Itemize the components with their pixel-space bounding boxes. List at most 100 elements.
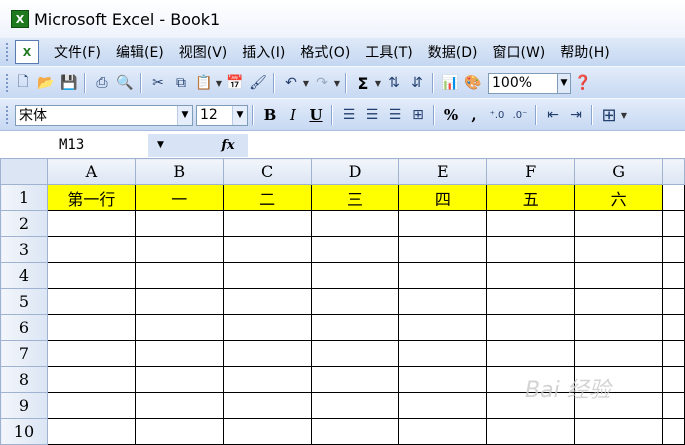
insert-function-icon[interactable]: fx [208,133,248,157]
column-header-a[interactable]: A [46,158,136,185]
menu-window[interactable]: 窗口(W) [493,42,546,62]
cell[interactable] [310,314,400,341]
formula-input[interactable] [248,133,685,157]
column-header-h[interactable] [662,158,685,185]
sort-descending-icon[interactable]: ⇵ [406,72,428,94]
menu-tools[interactable]: 工具(T) [365,42,412,62]
column-header-b[interactable]: B [134,158,224,185]
cell[interactable] [222,314,312,341]
menu-insert[interactable]: 插入(I) [242,42,285,62]
cell[interactable] [46,210,136,237]
cell[interactable] [574,262,664,289]
cell[interactable] [398,314,488,341]
autosum-icon[interactable]: Σ [352,72,374,94]
cell[interactable] [398,262,488,289]
cell[interactable] [310,366,400,393]
align-center-icon[interactable]: ☰ [361,104,383,126]
cell[interactable] [310,210,400,237]
cell[interactable] [574,340,664,367]
cell[interactable] [398,340,488,367]
undo-icon[interactable]: ↶ [280,72,302,94]
column-header-c[interactable]: C [222,158,312,185]
row-header[interactable]: 4 [0,262,48,289]
cell[interactable] [662,340,685,367]
column-header-f[interactable]: F [486,158,576,185]
cell[interactable] [486,288,576,315]
row-header[interactable]: 8 [0,366,48,393]
cell[interactable] [662,366,685,393]
increase-indent-icon[interactable]: ⇥ [565,104,587,126]
cell[interactable] [398,236,488,263]
cell[interactable] [662,392,685,419]
cell[interactable] [222,392,312,419]
cell[interactable] [310,262,400,289]
cell[interactable] [310,392,400,419]
cell[interactable] [662,236,685,263]
font-size-select[interactable]: 12 ▼ [196,104,248,126]
cell[interactable] [46,288,136,315]
cell[interactable] [662,210,685,237]
cell[interactable] [46,262,136,289]
cell[interactable] [486,340,576,367]
cell[interactable] [662,418,685,445]
cell[interactable] [134,288,224,315]
cell[interactable] [134,366,224,393]
cell[interactable] [662,314,685,341]
cell-a1[interactable]: 第一行 [46,184,136,211]
cell-e1[interactable]: 四 [398,184,488,211]
cell-g1[interactable]: 六 [574,184,664,211]
cell[interactable] [310,418,400,445]
cell[interactable] [46,392,136,419]
excel-app-icon[interactable]: X [11,10,29,28]
row-header[interactable]: 5 [0,288,48,315]
cell[interactable] [398,392,488,419]
row-header[interactable]: 10 [0,418,48,445]
cell[interactable] [46,236,136,263]
menu-data[interactable]: 数据(D) [428,42,478,62]
cell[interactable] [222,210,312,237]
paste-icon[interactable]: 📋 [193,72,215,94]
undo-dropdown-arrow[interactable]: ▼ [302,79,310,88]
cell-h1[interactable] [662,184,685,211]
cell[interactable] [134,236,224,263]
cell[interactable] [46,340,136,367]
cell[interactable] [46,314,136,341]
select-all-corner[interactable] [0,158,48,185]
cell[interactable] [46,418,136,445]
font-name-select[interactable]: 宋体 ▼ [15,104,193,126]
chevron-down-icon[interactable]: ▼ [232,105,247,125]
menu-help[interactable]: 帮助(H) [560,42,609,62]
row-header[interactable]: 9 [0,392,48,419]
borders-icon[interactable]: ⊞ [598,104,620,126]
autosum-dropdown-arrow[interactable]: ▼ [374,79,382,88]
help-icon[interactable]: ❓ [572,72,594,94]
cell[interactable] [486,210,576,237]
cell[interactable] [310,236,400,263]
cell[interactable] [134,210,224,237]
cell[interactable] [398,288,488,315]
cell-f1[interactable]: 五 [486,184,576,211]
cell[interactable] [134,392,224,419]
print-preview-icon[interactable]: 🔍 [114,72,136,94]
cell[interactable] [134,418,224,445]
borders-dropdown-arrow[interactable]: ▼ [620,111,628,120]
menu-edit[interactable]: 编辑(E) [116,42,164,62]
cell-c1[interactable]: 二 [222,184,312,211]
column-header-e[interactable]: E [398,158,488,185]
menu-format[interactable]: 格式(O) [300,42,350,62]
cell[interactable] [574,314,664,341]
menu-view[interactable]: 视图(V) [179,42,228,62]
cut-icon[interactable]: ✂ [147,72,169,94]
cell[interactable] [222,340,312,367]
toolbar-grip-handle[interactable] [6,106,11,124]
cell[interactable] [574,418,664,445]
row-header[interactable]: 3 [0,236,48,263]
open-folder-icon[interactable]: 📂 [35,72,57,94]
row-header[interactable]: 2 [0,210,48,237]
cell-d1[interactable]: 三 [310,184,400,211]
cell[interactable] [310,340,400,367]
italic-button[interactable]: I [282,104,304,126]
decrease-indent-icon[interactable]: ⇤ [542,104,564,126]
cell[interactable] [398,210,488,237]
cell[interactable] [574,236,664,263]
